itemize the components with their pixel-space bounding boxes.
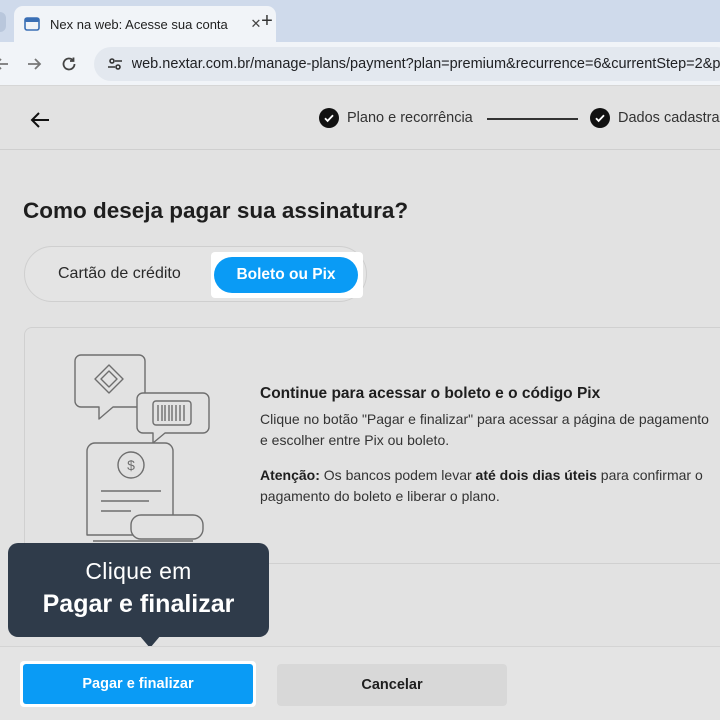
- step-connector: [487, 118, 578, 120]
- arrow-left-icon[interactable]: [28, 108, 52, 132]
- attention-line-1: Atenção: Os bancos podem levar até dois …: [260, 465, 703, 486]
- step-label: Dados cadastrais: [618, 110, 720, 126]
- action-footer: Pagar e finalizar Cancelar: [0, 646, 720, 720]
- tutorial-tooltip: Clique em Pagar e finalizar: [8, 543, 269, 648]
- info-line-2: e escolher entre Pix ou boleto.: [260, 432, 450, 448]
- tab-title: Nex na web: Acesse sua conta: [50, 16, 228, 32]
- browser-toolbar: web.nextar.com.br/manage-plans/payment?p…: [0, 42, 720, 86]
- boleto-pix-info-card: $ Continue para acessar o boleto e o cód…: [24, 327, 720, 564]
- highlight-frame: Boleto ou Pix: [211, 252, 363, 298]
- pay-and-finish-button[interactable]: Pagar e finalizar: [23, 664, 253, 704]
- reload-icon[interactable]: [55, 50, 83, 78]
- cancel-button[interactable]: Cancelar: [277, 664, 507, 706]
- step-label: Plano e recorrência: [347, 110, 473, 126]
- attention-bold: até dois dias úteis: [475, 467, 597, 483]
- attention-text-b: para confirmar o: [596, 467, 703, 483]
- favicon-icon: [24, 16, 40, 32]
- checkout-header: Plano e recorrência Dados cadastrais: [0, 86, 720, 150]
- page-title: Como deseja pagar sua assinatura?: [23, 198, 409, 223]
- previous-tab-edge[interactable]: [0, 12, 6, 32]
- plus-icon[interactable]: +: [256, 10, 278, 32]
- attention-label: Atenção:: [260, 467, 320, 483]
- highlight-frame: Pagar e finalizar: [20, 661, 256, 707]
- info-line-1: Clique no botão "Pagar e finalizar" para…: [260, 411, 709, 427]
- page-content: Plano e recorrência Dados cadastrais Com…: [0, 86, 720, 720]
- url-text: web.nextar.com.br/manage-plans/payment?p…: [131, 56, 720, 72]
- payment-illustration-icon: $: [74, 354, 210, 542]
- attention-line-2: pagamento do boleto e liberar o plano.: [260, 488, 500, 504]
- tab-boleto-pix[interactable]: Boleto ou Pix: [214, 257, 358, 293]
- step-plan: Plano e recorrência: [319, 108, 473, 128]
- payment-method-selector: Cartão de crédito Boleto ou Pix: [24, 246, 367, 302]
- site-info-icon[interactable]: [104, 53, 126, 75]
- tab-credit-card[interactable]: Cartão de crédito: [58, 265, 181, 283]
- forward-icon[interactable]: [20, 50, 48, 78]
- address-bar[interactable]: web.nextar.com.br/manage-plans/payment?p…: [94, 47, 720, 81]
- step-registration: Dados cadastrais: [590, 108, 720, 128]
- check-icon: [319, 108, 339, 128]
- browser-tab-active[interactable]: Nex na web: Acesse sua conta ✕: [14, 6, 276, 42]
- browser-tab-bar: Nex na web: Acesse sua conta ✕ +: [0, 0, 720, 42]
- svg-text:$: $: [127, 457, 135, 473]
- check-icon: [590, 108, 610, 128]
- attention-text-a: Os bancos podem levar: [319, 467, 476, 483]
- tooltip-line-1: Clique em: [85, 558, 192, 584]
- info-title: Continue para acessar o boleto e o códig…: [260, 385, 601, 402]
- back-icon[interactable]: [0, 50, 16, 78]
- tooltip-line-2: Pagar e finalizar: [42, 590, 235, 618]
